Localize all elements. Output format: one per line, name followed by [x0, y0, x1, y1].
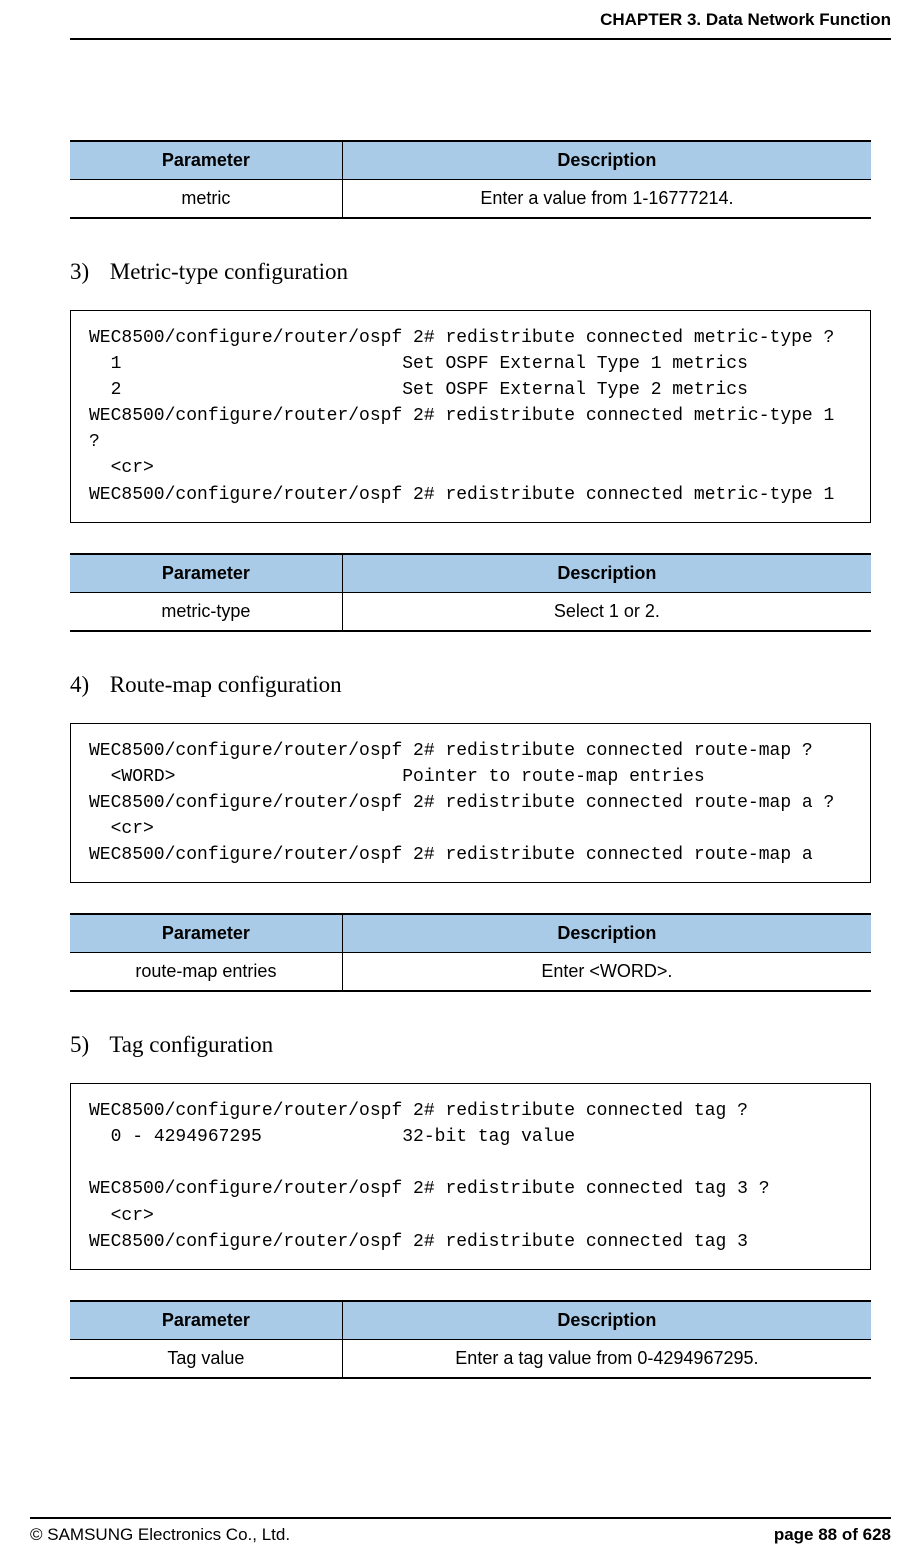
- footer-copyright: © SAMSUNG Electronics Co., Ltd.: [30, 1525, 290, 1545]
- step-number: 4): [70, 672, 104, 698]
- table-row: Tag value Enter a tag value from 0-42949…: [70, 1339, 871, 1378]
- step-title: Metric-type configuration: [110, 259, 348, 284]
- code-block-metric-type: WEC8500/configure/router/ospf 2# redistr…: [70, 310, 871, 523]
- th-description: Description: [342, 141, 871, 180]
- cell-desc: Enter a value from 1-16777214.: [342, 180, 871, 219]
- step-number: 3): [70, 259, 104, 285]
- param-table-metric-type: Parameter Description metric-type Select…: [70, 553, 871, 632]
- footer-page-number: page 88 of 628: [774, 1525, 891, 1545]
- running-header: CHAPTER 3. Data Network Function: [70, 10, 891, 40]
- th-parameter: Parameter: [70, 141, 342, 180]
- step-3-heading: 3) Metric-type configuration: [70, 259, 871, 285]
- th-description: Description: [342, 1301, 871, 1340]
- step-5-heading: 5) Tag configuration: [70, 1032, 871, 1058]
- cell-param: metric: [70, 180, 342, 219]
- th-parameter: Parameter: [70, 914, 342, 953]
- cell-desc: Enter a tag value from 0-4294967295.: [342, 1339, 871, 1378]
- page-footer: © SAMSUNG Electronics Co., Ltd. page 88 …: [30, 1517, 891, 1545]
- cell-param: route-map entries: [70, 953, 342, 992]
- step-number: 5): [70, 1032, 104, 1058]
- cell-desc: Enter <WORD>.: [342, 953, 871, 992]
- param-table-metric: Parameter Description metric Enter a val…: [70, 140, 871, 219]
- code-block-route-map: WEC8500/configure/router/ospf 2# redistr…: [70, 723, 871, 883]
- cell-param: metric-type: [70, 592, 342, 631]
- step-title: Route-map configuration: [110, 672, 342, 697]
- table-row: route-map entries Enter <WORD>.: [70, 953, 871, 992]
- table-row: metric-type Select 1 or 2.: [70, 592, 871, 631]
- th-description: Description: [342, 914, 871, 953]
- step-4-heading: 4) Route-map configuration: [70, 672, 871, 698]
- th-parameter: Parameter: [70, 1301, 342, 1340]
- table-row: metric Enter a value from 1-16777214.: [70, 180, 871, 219]
- cell-param: Tag value: [70, 1339, 342, 1378]
- th-description: Description: [342, 554, 871, 593]
- param-table-route-map: Parameter Description route-map entries …: [70, 913, 871, 992]
- step-title: Tag configuration: [109, 1032, 273, 1057]
- cell-desc: Select 1 or 2.: [342, 592, 871, 631]
- code-block-tag: WEC8500/configure/router/ospf 2# redistr…: [70, 1083, 871, 1270]
- param-table-tag: Parameter Description Tag value Enter a …: [70, 1300, 871, 1379]
- th-parameter: Parameter: [70, 554, 342, 593]
